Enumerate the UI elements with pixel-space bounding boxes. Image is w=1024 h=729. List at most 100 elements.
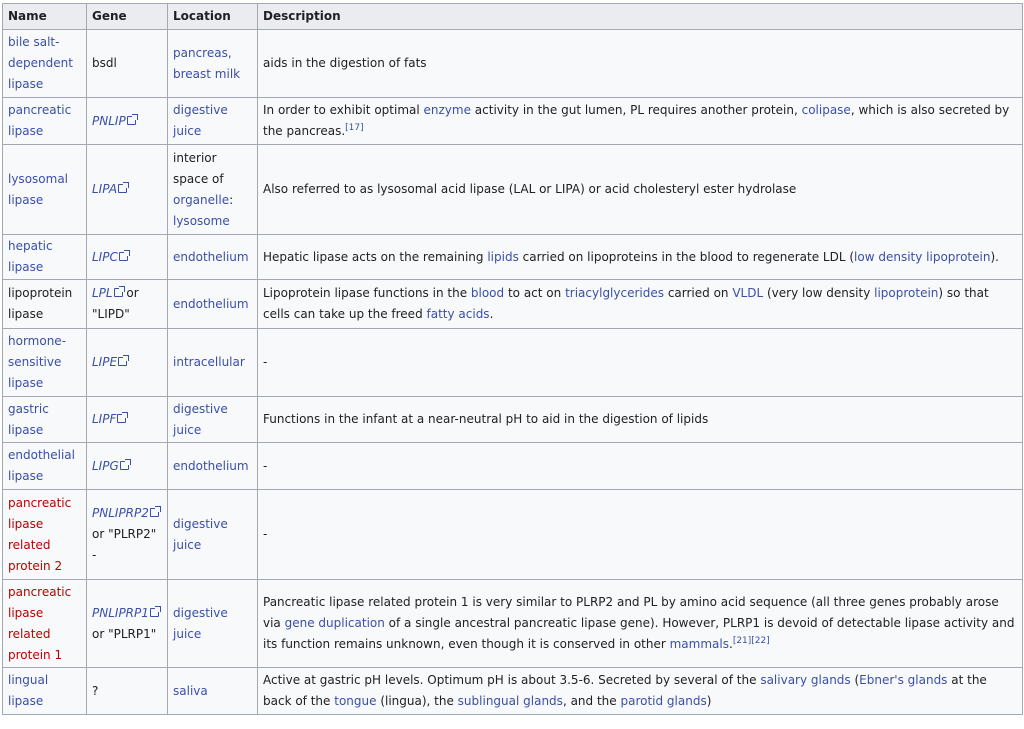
wiki-link[interactable]: endothelium [173,297,249,311]
citation-link[interactable]: [21] [733,636,751,646]
redlink[interactable]: pancreatic lipase related protein 2 [8,496,71,573]
gene-external-link[interactable]: LIPE [92,355,117,369]
wiki-link[interactable]: fatty acids [427,307,490,321]
wiki-link[interactable]: tongue [334,694,376,708]
table-row: lipoprotein lipase LPL or "LIPD" endotheli… [2,279,1023,329]
wiki-link[interactable]: enzyme [424,103,471,117]
wiki-link[interactable]: intracellular [173,355,245,369]
description-cell: In order to exhibit optimal enzyme activ… [257,97,1023,145]
gene-external-link[interactable]: LIPG [92,459,119,473]
wiki-link[interactable]: organelle [173,193,229,207]
wiki-link[interactable]: endothelium [173,250,249,264]
table-row: endothelial lipase LIPG endothelium - [2,442,1023,490]
name-cell: pancreatic lipase related protein 2 [2,489,87,580]
external-link-icon [149,605,161,617]
name-cell: lipoprotein lipase [2,279,87,329]
table-row: pancreatic lipase related protein 1 PNLIP… [2,579,1023,668]
text: ( [850,673,860,687]
wiki-link[interactable]: parotid glands [620,694,706,708]
location-cell: endothelium [167,442,258,490]
external-link-icon [126,113,138,125]
text: (lingua), the [376,694,458,708]
text: In order to exhibit optimal [263,103,424,117]
wiki-link[interactable]: lingual lipase [8,673,48,708]
table-row: lysosomal lipase LIPA interior space of or… [2,144,1023,235]
gene-cell: ? [86,667,168,715]
header-gene[interactable]: Gene [86,3,168,30]
wiki-link[interactable]: gastric lipase [8,402,49,437]
text: lipoprotein lipase [8,286,73,321]
gene-external-link[interactable]: LIPC [92,250,118,264]
table-row: hormone-sensitive lipase LIPE intracellula… [2,328,1023,397]
wiki-link[interactable]: lysosomal lipase [8,172,68,207]
text: ). [990,249,999,264]
gene-external-link[interactable]: LIPA [92,182,117,196]
citation-link[interactable]: [17] [345,123,363,133]
text: - [263,355,268,369]
wiki-link[interactable]: saliva [173,684,208,698]
wiki-link[interactable]: endothelium [173,459,249,473]
gene-cell: PNLIPRP1 or "PLRP1" [86,579,168,668]
gene-external-link[interactable]: PNLIPRP2 [92,506,149,520]
citation: [17] [345,123,363,133]
wiki-link[interactable]: pancreas, breast milk [173,46,240,81]
wiki-link[interactable]: hepatic lipase [8,239,53,274]
wiki-link[interactable]: pancreatic lipase [8,103,71,138]
text: Active at gastric pH levels. Optimum pH … [263,673,761,687]
text: ) [706,694,712,708]
wiki-link[interactable]: VLDL [732,286,763,300]
wiki-link[interactable]: lipoprotein [874,286,938,300]
description-cell: Active at gastric pH levels. Optimum pH … [257,667,1023,715]
text: aids in the digestion of fats [263,56,427,70]
wiki-link[interactable]: blood [471,286,504,300]
table-row: lingual lipase? saliva Active at gastric p… [2,667,1023,715]
wiki-link[interactable]: low density lipoprotein [854,250,990,264]
location-cell: interior space of organelle: lysosome [167,144,258,235]
wiki-link[interactable]: hormone-sensitive lipase [8,334,66,390]
citation-link[interactable]: [22] [751,636,769,646]
table-body: bile salt-dependent lipase bsdl pancreas, … [2,29,1023,715]
wiki-link[interactable]: gene duplication [285,616,385,630]
wiki-link[interactable]: lysosome [173,214,230,228]
gene-external-link[interactable]: LIPF [92,412,116,426]
wiki-link[interactable]: digestive juice [173,402,228,437]
wiki-link[interactable]: triacylglycerides [565,286,664,300]
wiki-link[interactable]: digestive juice [173,606,228,641]
header-description[interactable]: Description [257,3,1023,30]
text: activity in the gut lumen, PL requires a… [470,103,802,117]
location-cell: digestive juice [167,489,258,580]
wiki-link[interactable]: bile salt-dependent lipase [8,35,73,91]
description-cell: Functions in the infant at a near-neutra… [257,396,1023,443]
external-link-icon [118,249,130,261]
wiki-link[interactable]: endothelial lipase [8,448,75,483]
gene-external-link[interactable]: PNLIP [92,114,126,128]
external-link-icon [149,506,161,517]
text: - [263,527,268,541]
name-cell: hepatic lipase [2,234,87,280]
description-cell: aids in the digestion of fats [257,29,1023,98]
name-cell: hormone-sensitive lipase [2,328,87,397]
wiki-link[interactable]: lipids [487,250,519,264]
gene-external-link[interactable]: LPL [92,286,113,300]
wiki-link[interactable]: digestive juice [173,517,228,552]
text: (very low density [763,286,875,300]
header-name[interactable]: Name [2,3,87,30]
wiki-link[interactable]: Ebner's glands [859,673,947,687]
gene-external-link[interactable]: PNLIPRP1 [92,606,149,620]
description-cell: Pancreatic lipase related protein 1 is v… [257,579,1023,668]
wiki-link[interactable]: salivary glands [760,673,850,687]
header-row: Name Gene Location Description [2,3,1023,30]
description-cell: Hepatic lipase acts on the remaining lip… [257,234,1023,280]
header-location[interactable]: Location [167,3,258,30]
name-cell: bile salt-dependent lipase [2,29,87,98]
wiki-link[interactable]: colipase [802,103,851,117]
wiki-link[interactable]: mammals [670,637,729,651]
external-link-icon [113,286,125,297]
wiki-link[interactable]: digestive juice [173,103,228,138]
redlink[interactable]: pancreatic lipase related protein 1 [8,585,71,662]
name-cell: endothelial lipase [2,442,87,490]
text: carried on [664,286,733,300]
wiki-link[interactable]: sublingual glands [458,694,563,708]
text: carried on lipoproteins in the blood to … [518,249,855,264]
gene-cell: LIPA [86,144,168,235]
